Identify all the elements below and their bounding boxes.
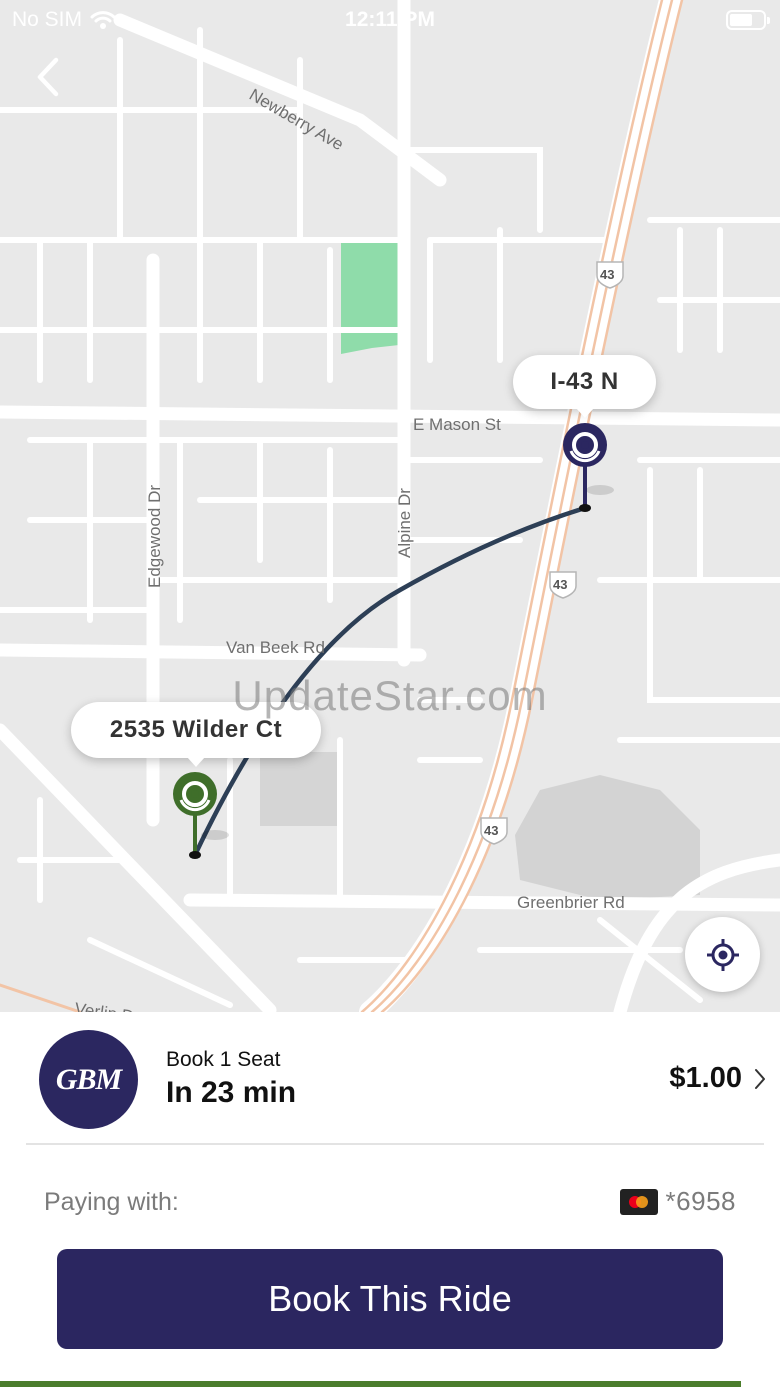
chevron-right-icon [755,1068,765,1089]
back-button[interactable] [28,52,72,102]
card-number: *6958 [665,1186,736,1216]
ride-seat-label: Book 1 Seat [166,1048,281,1071]
crosshair-icon [706,938,739,971]
divider [26,1143,764,1145]
street-label-greenbrier: Greenbrier Rd [517,893,625,912]
my-location-button[interactable] [685,917,760,992]
highway-shield-label: 43 [484,823,498,838]
ride-eta: In 23 min [166,1076,297,1109]
street-label-mason: E Mason St [413,415,501,434]
highway-shield-label: 43 [600,267,614,282]
logo-text: GBM [55,1062,122,1096]
ride-sheet: GBM Book 1 Seat In 23 min $1.00 Paying w… [0,1012,780,1387]
highway-shield-label: 43 [553,577,567,592]
clock: 12:11 PM [345,8,435,31]
ride-price: $1.00 [669,1062,742,1094]
paying-with-label: Paying with: [44,1188,179,1216]
street-label-alpine: Alpine Dr [395,488,414,558]
destination-label: I-43 N [550,368,619,395]
street-label-newberry: Newberry Ave [246,85,347,154]
progress-bar [0,1381,741,1387]
street-label-edgewood: Edgewood Dr [145,485,164,588]
map-labels: Newberry Ave E Mason St Edgewood Dr Alpi… [73,85,625,1012]
watermark: UpdateStar.com [232,672,548,719]
book-ride-button[interactable]: Book This Ride [57,1249,723,1349]
payment-method[interactable]: *6958 [619,1186,736,1217]
origin-label: 2535 Wilder Ct [109,716,283,743]
battery-icon [726,10,770,30]
operator-logo: GBM [39,1030,138,1129]
price-details-button[interactable]: $1.00 [669,1062,766,1095]
chevron-left-icon [37,57,59,97]
map-view[interactable]: Newberry Ave E Mason St Edgewood Dr Alpi… [0,0,780,1012]
street-label-verlin: Verlin D [73,999,135,1012]
street-label-van-beek: Van Beek Rd [226,638,325,657]
mastercard-icon [619,1188,658,1215]
status-bar: No SIM 12:11 PM [0,0,780,40]
destination-callout[interactable]: I-43 N [513,355,656,418]
